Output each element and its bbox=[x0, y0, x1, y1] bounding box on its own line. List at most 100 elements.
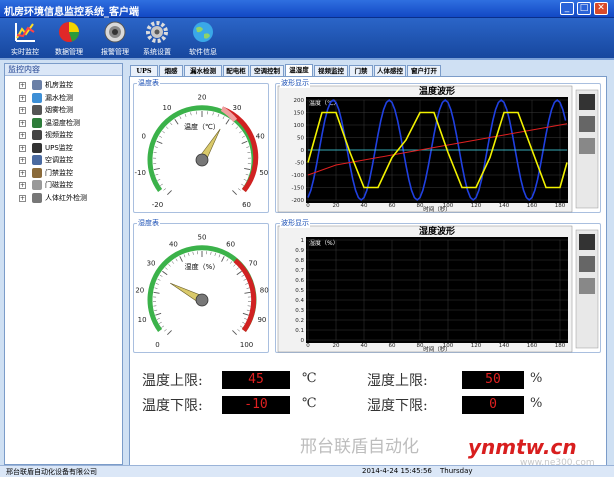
expand-icon[interactable]: + bbox=[19, 157, 26, 164]
y-tick-label: -200 bbox=[292, 198, 305, 204]
tab-item[interactable]: 空调控制 bbox=[250, 65, 284, 76]
tree-item[interactable]: + 门禁监控 bbox=[5, 167, 122, 180]
temp-lower-unit: ℃ bbox=[302, 396, 317, 411]
gauge-tick bbox=[231, 122, 235, 126]
tree-item-label: 机房监控 bbox=[45, 81, 73, 89]
close-button[interactable]: ✕ bbox=[594, 2, 608, 15]
gauge-tick bbox=[244, 318, 248, 320]
title-bar: 机房环境信息监控系统_客户端 _ □ ✕ bbox=[0, 0, 614, 18]
gauge-tick bbox=[183, 254, 186, 258]
expand-icon[interactable]: + bbox=[19, 94, 26, 102]
tree-item-label: 视频监控 bbox=[45, 131, 73, 139]
tree-item-label: 空调监控 bbox=[45, 156, 73, 164]
chart-grid-tool[interactable] bbox=[579, 94, 595, 110]
tree-item[interactable]: + 人体红外检测 bbox=[5, 192, 122, 205]
tab-item[interactable]: 漏水检测 bbox=[184, 65, 222, 76]
gauge-tick bbox=[235, 126, 239, 129]
gauge-tick bbox=[237, 188, 241, 191]
gauge-tick-label: 60 bbox=[226, 240, 235, 248]
tree-item[interactable]: + 温湿度检测 bbox=[5, 117, 122, 130]
tree-item[interactable]: + 空调监控 bbox=[5, 154, 122, 167]
tab-item[interactable]: 视频监控 bbox=[314, 65, 348, 76]
chart-grid-tool[interactable] bbox=[579, 234, 595, 250]
chart-pan-tool[interactable] bbox=[579, 138, 595, 154]
expand-icon[interactable]: + bbox=[19, 194, 26, 202]
gauge-tick bbox=[229, 261, 233, 264]
temp-gauge-group-label: 温度表 bbox=[137, 78, 160, 88]
y-tick-label: -100 bbox=[292, 173, 305, 179]
gauge-tick bbox=[156, 140, 163, 144]
x-tick-label: 120 bbox=[471, 203, 482, 209]
gauge-tick bbox=[236, 270, 242, 276]
tree-item[interactable]: + 机房监控 bbox=[5, 79, 122, 92]
gauge-tick bbox=[159, 135, 162, 138]
gauge-tick bbox=[237, 329, 240, 332]
gauge-tick bbox=[157, 278, 161, 281]
gauge-tick bbox=[184, 113, 187, 117]
gauge-tick bbox=[241, 274, 245, 277]
toolbar-about-button[interactable]: 软件信息 bbox=[180, 20, 226, 60]
gauge-tick bbox=[214, 252, 216, 256]
gauge-tick-label: 40 bbox=[169, 240, 178, 248]
hum-upper-unit: % bbox=[530, 371, 543, 386]
toolbar-alarm-button[interactable]: 报警管理 bbox=[92, 20, 138, 60]
y-tick-label: 200 bbox=[294, 98, 305, 104]
toolbar-data-button[interactable]: 数据管理 bbox=[46, 20, 92, 60]
tree-item[interactable]: + 门磁监控 bbox=[5, 179, 122, 192]
tree-item[interactable]: + UPS监控 bbox=[5, 142, 122, 155]
expand-icon[interactable]: + bbox=[19, 82, 26, 89]
hum-lower-row: 湿度下限: 0 % bbox=[367, 395, 577, 415]
gauge-tick bbox=[246, 146, 250, 148]
gauge-tick bbox=[245, 283, 249, 285]
expand-icon[interactable]: + bbox=[19, 119, 26, 127]
tab-item[interactable]: 门禁 bbox=[349, 65, 373, 76]
hum-wave-group: 湿度波形 湿度（%） 时间（秒） 1 0.9 0.8 0.7 0.6 0.5 0.4 0.3 0… bbox=[275, 223, 601, 353]
gauge-tick bbox=[232, 190, 237, 195]
x-tick-label: 180 bbox=[555, 343, 566, 349]
node-icon bbox=[32, 117, 42, 128]
hum-wave-group-label: 波形显示 bbox=[280, 218, 310, 228]
gauge-tick-label: 10 bbox=[163, 104, 172, 112]
expand-icon[interactable]: + bbox=[19, 144, 26, 152]
tab-item[interactable]: UPS bbox=[130, 65, 158, 76]
chart-pan-tool[interactable] bbox=[579, 278, 595, 294]
x-tick-label: 160 bbox=[527, 203, 538, 209]
gauge-tick bbox=[167, 330, 172, 335]
minimize-button[interactable]: _ bbox=[560, 2, 574, 15]
hum-gauge-group: 0 10 20 30 40 50 60 70 80 90 100 湿度（%） bbox=[133, 223, 269, 353]
hum-gauge-title: 湿度（%） bbox=[185, 262, 220, 271]
gauge-tick-label: 100 bbox=[240, 341, 253, 349]
tree-item[interactable]: + 烟雾检测 bbox=[5, 104, 122, 117]
tree-item[interactable]: + 视频监控 bbox=[5, 129, 122, 142]
toolbar-realtime-button[interactable]: 实时监控 bbox=[2, 20, 48, 60]
expand-icon[interactable]: + bbox=[19, 169, 26, 177]
tab-item[interactable]: 温湿度 bbox=[285, 64, 313, 76]
gauge-tick bbox=[225, 119, 230, 125]
gauge-tick bbox=[179, 256, 183, 262]
gauge-tick bbox=[239, 130, 242, 134]
gauge-tick bbox=[233, 264, 236, 267]
temp-lower-row: 温度下限: -10 ℃ bbox=[142, 395, 352, 415]
tree-item[interactable]: + 漏水检测 bbox=[5, 92, 122, 105]
temp-upper-label: 温度上限: bbox=[142, 373, 203, 389]
tab-item[interactable]: 配电柜 bbox=[223, 65, 249, 76]
toolbar-label: 报警管理 bbox=[101, 48, 129, 56]
expand-icon[interactable]: + bbox=[19, 107, 26, 114]
tab-item[interactable]: 窗户打开 bbox=[407, 65, 441, 76]
expand-icon[interactable]: + bbox=[19, 182, 26, 189]
tab-item[interactable]: 人体感控 bbox=[374, 65, 406, 76]
toolbar-label: 数据管理 bbox=[55, 48, 83, 56]
expand-icon[interactable]: + bbox=[19, 132, 26, 139]
y-tick-label: 0.6 bbox=[295, 278, 304, 284]
pie-chart-icon bbox=[59, 22, 79, 42]
status-bar: 邢台联盾自动化设备有限公司 2014-4-24 15:45:56 Thursda… bbox=[0, 465, 614, 477]
chart-zoom-tool[interactable] bbox=[579, 256, 595, 272]
gauge-tick-label: 20 bbox=[198, 94, 207, 102]
maximize-button[interactable]: □ bbox=[577, 2, 591, 15]
y-tick-label: 0 bbox=[301, 148, 305, 154]
chart-zoom-tool[interactable] bbox=[579, 116, 595, 132]
tab-item[interactable]: 烟感 bbox=[159, 65, 183, 76]
toolbar-settings-button[interactable]: 系统设置 bbox=[134, 20, 180, 60]
node-icon bbox=[32, 105, 42, 115]
gauge-tick bbox=[188, 252, 190, 256]
